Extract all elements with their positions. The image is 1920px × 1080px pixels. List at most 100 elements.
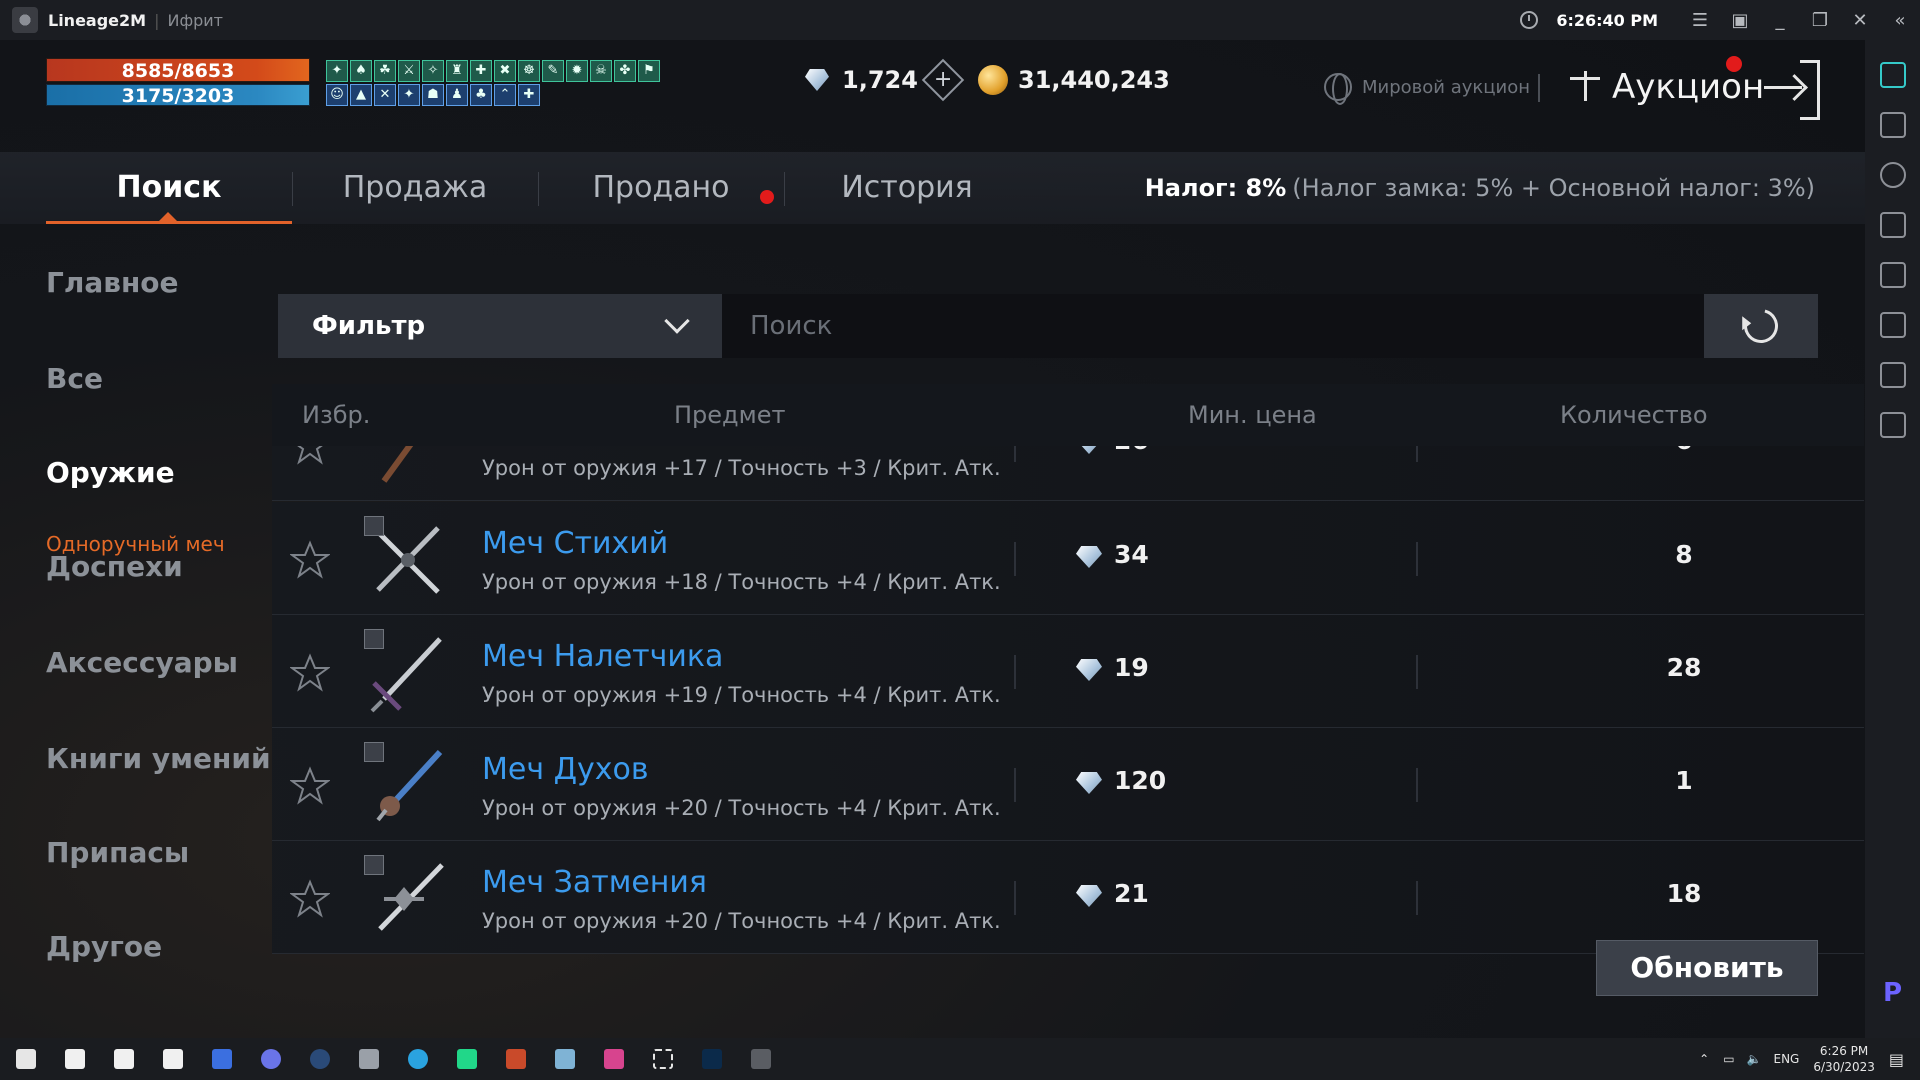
favorite-star-icon[interactable]: [288, 653, 332, 693]
world-auction-link[interactable]: Мировой аукцион: [1324, 72, 1530, 105]
pycharm-icon[interactable]: [447, 1039, 487, 1079]
item-name[interactable]: Меч Затмения: [482, 865, 707, 900]
buff-icon[interactable]: ⚔: [398, 60, 420, 82]
category-weapons[interactable]: Оружие: [46, 456, 175, 489]
item-name[interactable]: Меч Духов: [482, 752, 649, 787]
volume-icon[interactable]: [1879, 162, 1906, 188]
tab-search[interactable]: Поиск: [46, 152, 292, 224]
item-name[interactable]: Меч Налетчика: [482, 639, 723, 674]
table-row[interactable]: Меч Затмения Урон от оружия +20 / Точнос…: [272, 841, 1864, 954]
p-logo-icon[interactable]: P: [1883, 978, 1902, 1008]
discord-icon[interactable]: [251, 1039, 291, 1079]
buff-icon[interactable]: ✹: [566, 60, 588, 82]
notification-icon[interactable]: ▤: [1889, 1050, 1904, 1069]
buff-icon[interactable]: ☠: [590, 60, 612, 82]
reset-search-button[interactable]: [1704, 294, 1818, 358]
live-icon[interactable]: [1879, 62, 1906, 88]
buff-icon[interactable]: ☗: [422, 84, 444, 106]
steam-icon[interactable]: [300, 1039, 340, 1079]
favorite-star-icon[interactable]: [288, 879, 332, 919]
volume-icon[interactable]: 🔈: [1747, 1052, 1762, 1066]
snipping-tool-icon[interactable]: [643, 1039, 683, 1079]
network-icon[interactable]: ▭: [1723, 1052, 1734, 1066]
buff-icon[interactable]: ☸: [518, 60, 540, 82]
collapse-sidebar-icon[interactable]: «: [1880, 0, 1920, 40]
tab-sell[interactable]: Продажа: [292, 152, 538, 224]
category-other[interactable]: Другое: [46, 930, 162, 963]
header-quantity[interactable]: Количество: [1560, 384, 1708, 446]
favorite-star-icon[interactable]: [290, 446, 330, 466]
buff-icon[interactable]: ✖: [494, 60, 516, 82]
table-row[interactable]: Урон от оружия +17 / Точность +3 / Крит.…: [272, 446, 1864, 501]
update-button[interactable]: Обновить: [1596, 940, 1818, 996]
taskbar-clock[interactable]: 6:26 PM 6/30/2023: [1813, 1043, 1875, 1075]
tab-history[interactable]: История: [784, 152, 1030, 224]
buff-icon[interactable]: ✦: [398, 84, 420, 106]
buff-icon[interactable]: ✤: [614, 60, 636, 82]
telegram-icon[interactable]: [398, 1039, 438, 1079]
file-icon[interactable]: [55, 1039, 95, 1079]
game-taskbar-icon[interactable]: [741, 1039, 781, 1079]
search-input[interactable]: [722, 294, 1704, 358]
file-icon[interactable]: [153, 1039, 193, 1079]
table-row[interactable]: Меч Стихий Урон от оружия +18 / Точность…: [272, 502, 1864, 615]
category-supplies[interactable]: Припасы: [46, 836, 189, 869]
app-icon[interactable]: [496, 1039, 536, 1079]
category-all[interactable]: Все: [46, 362, 103, 395]
buff-icon[interactable]: ⌃: [494, 84, 516, 106]
buff-icon[interactable]: ♣: [470, 84, 492, 106]
category-main[interactable]: Главное: [46, 266, 179, 299]
buff-icon[interactable]: ✚: [518, 84, 540, 106]
category-skill-books[interactable]: Книги умений: [46, 742, 271, 775]
keyboard-icon[interactable]: [1879, 212, 1906, 238]
menu-icon[interactable]: ☰: [1680, 0, 1720, 40]
category-armor[interactable]: Доспехи: [46, 550, 183, 583]
buff-icon[interactable]: ✚: [470, 60, 492, 82]
language-indicator[interactable]: ENG: [1773, 1052, 1799, 1066]
buff-icon[interactable]: ☺: [326, 84, 348, 106]
crop-icon[interactable]: [1879, 262, 1906, 288]
book-icon: [364, 742, 384, 762]
notification-dot: [1726, 56, 1742, 72]
file-icon[interactable]: [104, 1039, 144, 1079]
buff-icon[interactable]: ♟: [446, 84, 468, 106]
table-row[interactable]: Меч Налетчика Урон от оружия +19 / Точно…: [272, 615, 1864, 728]
favorite-star-icon[interactable]: [288, 540, 332, 580]
exit-icon[interactable]: [1764, 60, 1820, 120]
category-accessories[interactable]: Аксессуары: [46, 646, 238, 679]
minimize-button[interactable]: _: [1760, 0, 1800, 40]
windows-start-icon[interactable]: [6, 1039, 46, 1079]
header-min-price[interactable]: Мин. цена: [1188, 384, 1317, 446]
record-icon[interactable]: [1879, 312, 1906, 338]
app-icon[interactable]: [545, 1039, 585, 1079]
tab-sold[interactable]: Продано: [538, 152, 784, 224]
buff-icon[interactable]: ✧: [422, 60, 444, 82]
video-icon[interactable]: [1879, 362, 1906, 388]
chat-icon[interactable]: [1879, 112, 1906, 138]
table-row[interactable]: Меч Духов Урон от оружия +20 / Точность …: [272, 728, 1864, 841]
favorite-star-icon[interactable]: [288, 766, 332, 806]
buff-icon[interactable]: ♜: [446, 60, 468, 82]
buff-icon[interactable]: ♠: [350, 60, 372, 82]
header-item[interactable]: Предмет: [674, 384, 786, 446]
buff-icon[interactable]: ✦: [326, 60, 348, 82]
photoshop-icon[interactable]: [692, 1039, 732, 1079]
buff-icon[interactable]: ⚑: [638, 60, 660, 82]
item-name[interactable]: Меч Стихий: [482, 526, 668, 561]
item-list[interactable]: Урон от оружия +17 / Точность +3 / Крит.…: [272, 446, 1864, 960]
filter-dropdown[interactable]: Фильтр: [278, 294, 722, 358]
buff-icon[interactable]: ▲: [350, 84, 372, 106]
app-icon[interactable]: [349, 1039, 389, 1079]
tray-arrow-icon[interactable]: ⌃: [1699, 1052, 1709, 1066]
buff-icon[interactable]: ✕: [374, 84, 396, 106]
add-diamonds-button[interactable]: +: [921, 58, 965, 102]
close-button[interactable]: ✕: [1840, 0, 1880, 40]
app-icon[interactable]: [594, 1039, 634, 1079]
folder-icon[interactable]: [1879, 412, 1906, 438]
buff-icon[interactable]: ✎: [542, 60, 564, 82]
buff-icon[interactable]: ☘: [374, 60, 396, 82]
app-icon[interactable]: [202, 1039, 242, 1079]
maximize-button[interactable]: ❐: [1800, 0, 1840, 40]
header-favorite[interactable]: Избр.: [302, 384, 370, 446]
layout-icon[interactable]: ▣: [1720, 0, 1760, 40]
